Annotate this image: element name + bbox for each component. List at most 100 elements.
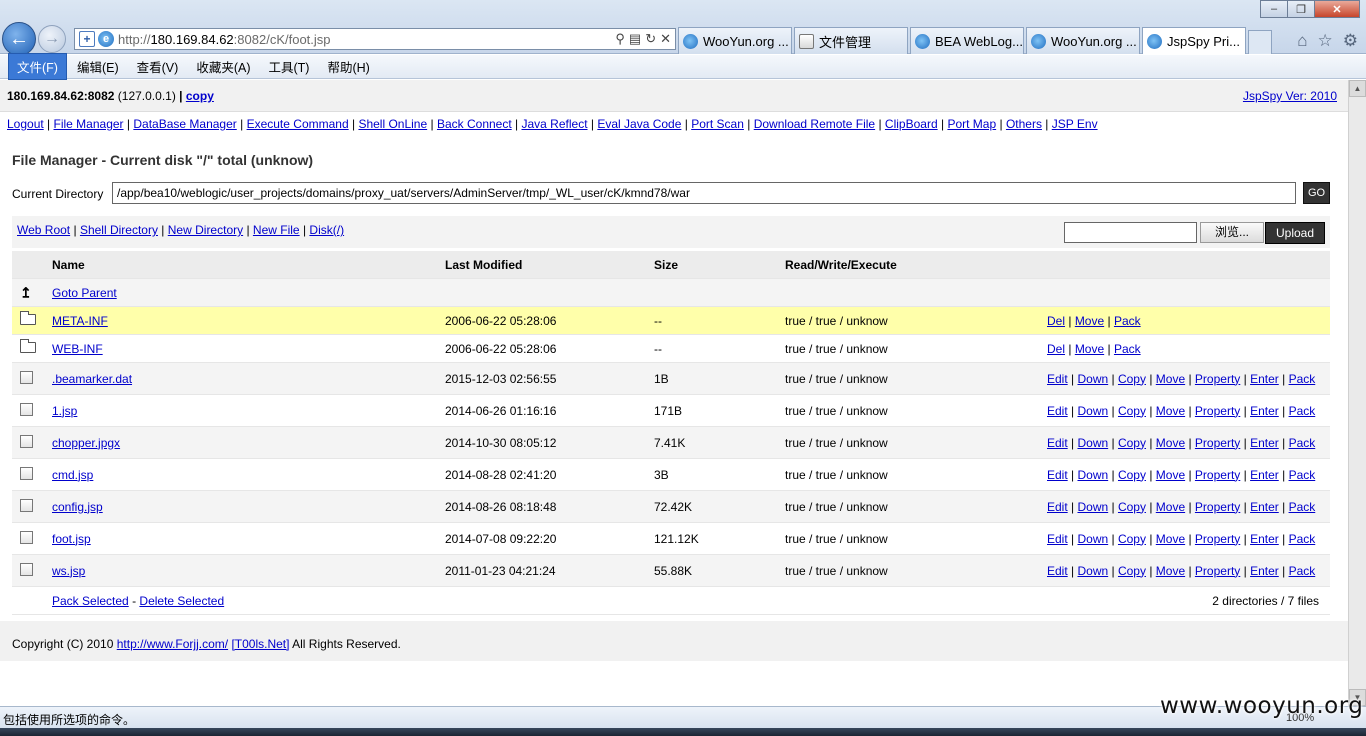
copy-link[interactable]: Copy (1118, 564, 1146, 578)
upload-button[interactable]: Upload (1265, 222, 1325, 244)
t00ls-link[interactable]: [T00ls.Net] (231, 637, 289, 651)
property-link[interactable]: Property (1195, 372, 1240, 386)
move-link[interactable]: Move (1156, 436, 1185, 450)
enter-link[interactable]: Enter (1250, 500, 1279, 514)
menu-edit[interactable]: 编辑(E) (69, 54, 127, 79)
edit-link[interactable]: Edit (1047, 468, 1068, 482)
file-checkbox[interactable] (20, 562, 33, 576)
delete-selected-link[interactable]: Delete Selected (139, 594, 224, 608)
scroll-up-icon[interactable]: ▲ (1349, 80, 1366, 97)
menu-view[interactable]: 查看(V) (129, 54, 187, 79)
stop-icon[interactable]: ✕ (660, 31, 671, 47)
forjj-link[interactable]: http://www.Forjj.com/ (117, 637, 228, 651)
tab-wooyun-1[interactable]: WooYun.org ... (678, 27, 792, 54)
enter-link[interactable]: Enter (1250, 564, 1279, 578)
nav-clipboard[interactable]: ClipBoard (885, 117, 938, 131)
down-link[interactable]: Down (1077, 468, 1108, 482)
down-link[interactable]: Down (1077, 404, 1108, 418)
move-link[interactable]: Move (1075, 314, 1104, 328)
pack-selected-link[interactable]: Pack Selected (52, 594, 129, 608)
copy-link[interactable]: Copy (1118, 436, 1146, 450)
browse-button[interactable]: 浏览... (1200, 222, 1264, 243)
version-link[interactable]: JspSpy Ver: 2010 (1243, 89, 1337, 103)
nav-shell-online[interactable]: Shell OnLine (358, 117, 427, 131)
refresh-icon[interactable]: ↻ (645, 31, 656, 47)
disk-link[interactable]: Disk(/) (309, 223, 344, 237)
pack-link[interactable]: Pack (1289, 564, 1316, 578)
enter-link[interactable]: Enter (1250, 468, 1279, 482)
down-link[interactable]: Down (1077, 500, 1108, 514)
current-directory-input[interactable] (112, 182, 1296, 204)
dir-name-link[interactable]: WEB-INF (52, 342, 103, 356)
nav-file-manager[interactable]: File Manager (54, 117, 124, 131)
enter-link[interactable]: Enter (1250, 532, 1279, 546)
move-link[interactable]: Move (1156, 532, 1185, 546)
move-link[interactable]: Move (1156, 468, 1185, 482)
pack-link[interactable]: Pack (1114, 314, 1141, 328)
copy-link[interactable]: Copy (1118, 468, 1146, 482)
property-link[interactable]: Property (1195, 564, 1240, 578)
enter-link[interactable]: Enter (1250, 372, 1279, 386)
forward-button[interactable]: → (38, 25, 66, 53)
pack-link[interactable]: Pack (1289, 532, 1316, 546)
nav-java-reflect[interactable]: Java Reflect (522, 117, 588, 131)
file-name-link[interactable]: .beamarker.dat (52, 372, 132, 386)
copy-link[interactable]: Copy (1118, 532, 1146, 546)
del-link[interactable]: Del (1047, 342, 1065, 356)
web-root-link[interactable]: Web Root (17, 223, 70, 237)
shell-directory-link[interactable]: Shell Directory (80, 223, 158, 237)
file-name-link[interactable]: cmd.jsp (52, 468, 93, 482)
file-name-link[interactable]: config.jsp (52, 500, 103, 514)
file-checkbox[interactable] (20, 370, 33, 384)
enter-link[interactable]: Enter (1250, 436, 1279, 450)
nav-port-scan[interactable]: Port Scan (691, 117, 744, 131)
file-checkbox[interactable] (20, 434, 33, 448)
pack-link[interactable]: Pack (1289, 404, 1316, 418)
down-link[interactable]: Down (1077, 564, 1108, 578)
goto-parent-link[interactable]: Goto Parent (52, 286, 117, 300)
file-name-link[interactable]: ws.jsp (52, 564, 85, 578)
new-file-link[interactable]: New File (253, 223, 300, 237)
file-checkbox[interactable] (20, 498, 33, 512)
down-link[interactable]: Down (1077, 532, 1108, 546)
nav-port-map[interactable]: Port Map (947, 117, 996, 131)
nav-others[interactable]: Others (1006, 117, 1042, 131)
address-bar[interactable]: + e http://180.169.84.62:8082/cK/foot.js… (74, 28, 676, 50)
file-checkbox[interactable] (20, 530, 33, 544)
file-name-link[interactable]: 1.jsp (52, 404, 77, 418)
menu-tools[interactable]: 工具(T) (260, 54, 317, 79)
pack-link[interactable]: Pack (1289, 500, 1316, 514)
tab-wooyun-2[interactable]: WooYun.org ... (1026, 27, 1140, 54)
tab-file-manager[interactable]: 文件管理 (794, 27, 908, 54)
tab-bea-weblogic[interactable]: BEA WebLog... (910, 27, 1024, 54)
property-link[interactable]: Property (1195, 404, 1240, 418)
nav-jsp-env[interactable]: JSP Env (1052, 117, 1098, 131)
menu-file[interactable]: 文件(F) (8, 53, 67, 80)
upload-file-input[interactable] (1064, 222, 1197, 243)
enter-link[interactable]: Enter (1250, 404, 1279, 418)
copy-link[interactable]: copy (186, 89, 214, 103)
pack-link[interactable]: Pack (1289, 468, 1316, 482)
file-name-link[interactable]: chopper.jpgx (52, 436, 120, 450)
edit-link[interactable]: Edit (1047, 564, 1068, 578)
home-icon[interactable]: ⌂ (1297, 31, 1307, 51)
pack-link[interactable]: Pack (1114, 342, 1141, 356)
compat-view-icon[interactable]: + (79, 31, 95, 47)
nav-back-connect[interactable]: Back Connect (437, 117, 512, 131)
pack-link[interactable]: Pack (1289, 372, 1316, 386)
copy-link[interactable]: Copy (1118, 404, 1146, 418)
minimize-button[interactable]: – (1260, 0, 1288, 18)
tab-jspspy[interactable]: JspSpy Pri...✕ (1142, 27, 1246, 54)
new-tab-button[interactable] (1248, 30, 1272, 54)
nav-execute-command[interactable]: Execute Command (247, 117, 349, 131)
property-link[interactable]: Property (1195, 532, 1240, 546)
edit-link[interactable]: Edit (1047, 532, 1068, 546)
copy-link[interactable]: Copy (1118, 500, 1146, 514)
menu-favorites[interactable]: 收藏夹(A) (188, 54, 258, 79)
move-link[interactable]: Move (1075, 342, 1104, 356)
tools-gear-icon[interactable]: ⚙ (1343, 31, 1358, 51)
go-button[interactable]: GO (1303, 182, 1330, 204)
compat-icon[interactable]: ▤ (629, 31, 641, 47)
edit-link[interactable]: Edit (1047, 500, 1068, 514)
file-checkbox[interactable] (20, 402, 33, 416)
